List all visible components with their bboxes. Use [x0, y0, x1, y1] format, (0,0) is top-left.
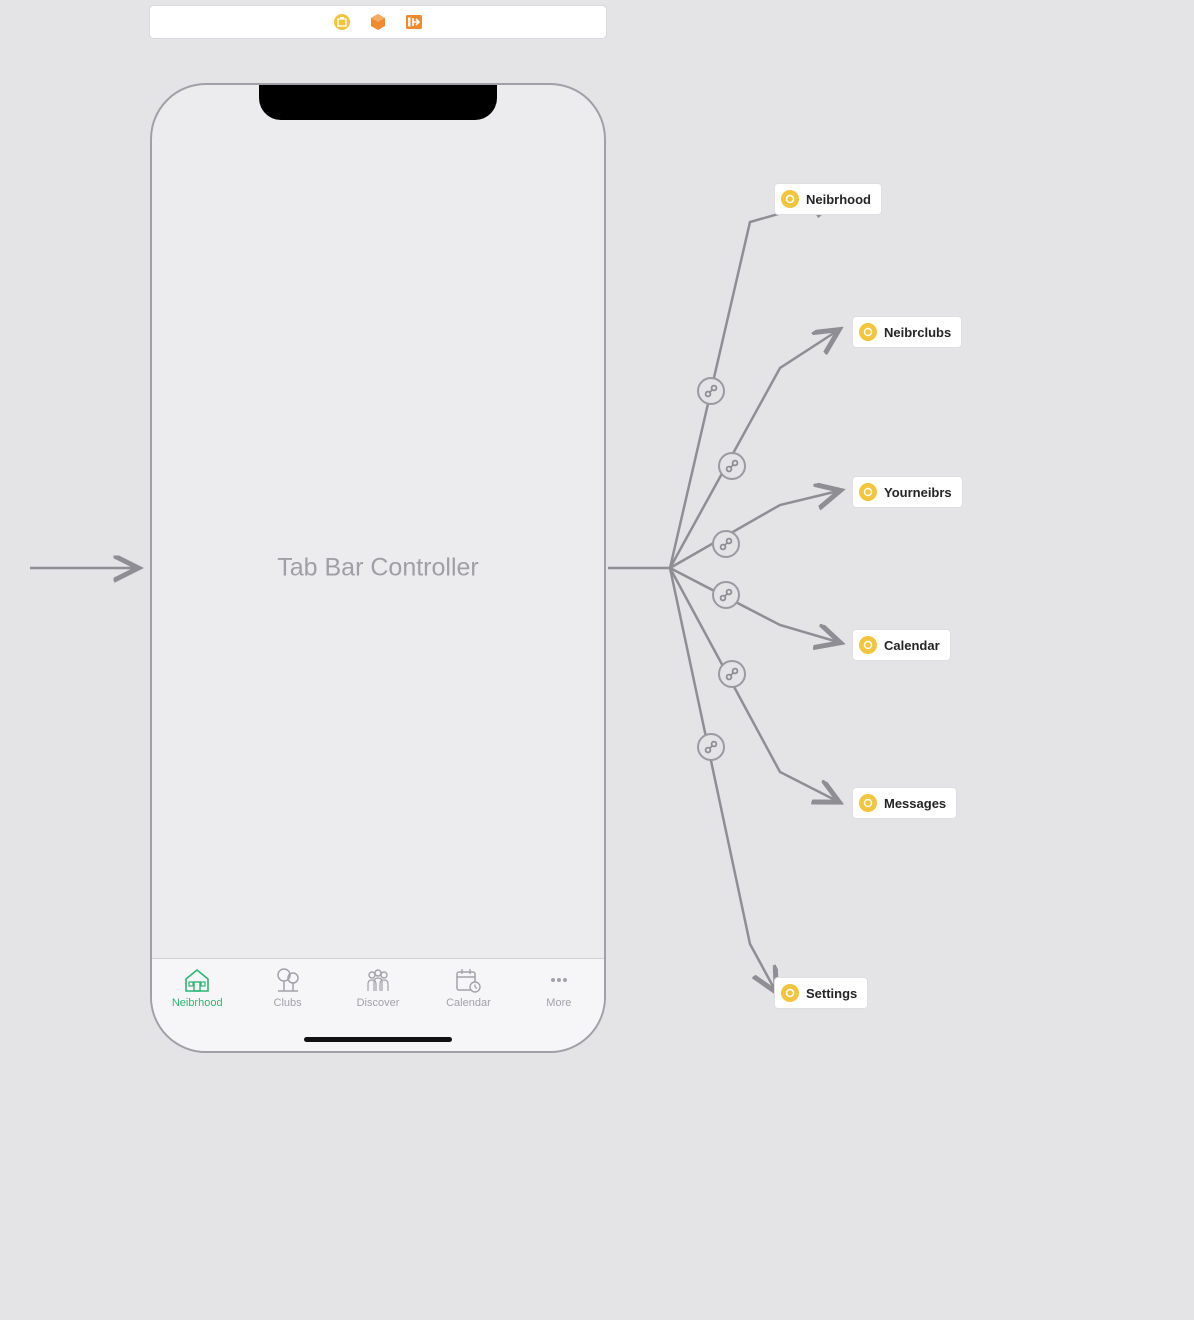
home-indicator — [304, 1037, 452, 1042]
calendar-icon — [453, 967, 483, 993]
segue-badge[interactable] — [712, 530, 740, 558]
destination-yourneibrs[interactable]: Yourneibrs — [852, 476, 963, 508]
first-responder-icon[interactable] — [333, 13, 351, 31]
destination-settings[interactable]: Settings — [774, 977, 868, 1009]
destination-label: Yourneibrs — [884, 485, 952, 500]
tab-neibrhood[interactable]: Neibrhood — [152, 959, 242, 1027]
segue-badge[interactable] — [718, 660, 746, 688]
segue-badge[interactable] — [718, 452, 746, 480]
tab-label: Calendar — [446, 997, 491, 1009]
house-icon — [182, 967, 212, 993]
tab-label: More — [546, 997, 571, 1009]
destination-label: Messages — [884, 796, 946, 811]
destination-label: Settings — [806, 986, 857, 1001]
exit-icon[interactable] — [405, 13, 423, 31]
scene-title: Tab Bar Controller — [277, 554, 478, 583]
controller-icon — [781, 190, 799, 208]
controller-icon — [859, 323, 877, 341]
segue-badge[interactable] — [697, 377, 725, 405]
controller-icon — [859, 483, 877, 501]
people-icon — [363, 967, 393, 993]
segue-badge[interactable] — [697, 733, 725, 761]
tab-label: Clubs — [274, 997, 302, 1009]
segue-badge[interactable] — [712, 581, 740, 609]
device-notch — [259, 83, 497, 120]
destination-neibrhood[interactable]: Neibrhood — [774, 183, 882, 215]
tree-icon — [273, 967, 303, 993]
destination-neibrclubs[interactable]: Neibrclubs — [852, 316, 962, 348]
destination-messages[interactable]: Messages — [852, 787, 957, 819]
tab-clubs[interactable]: Clubs — [242, 959, 332, 1027]
tab-label: Discover — [357, 997, 400, 1009]
tab-discover[interactable]: Discover — [333, 959, 423, 1027]
controller-icon — [859, 794, 877, 812]
controller-icon — [781, 984, 799, 1002]
destination-label: Neibrhood — [806, 192, 871, 207]
destination-label: Neibrclubs — [884, 325, 951, 340]
tab-calendar[interactable]: Calendar — [423, 959, 513, 1027]
controller-icon — [859, 636, 877, 654]
destination-calendar[interactable]: Calendar — [852, 629, 951, 661]
destination-label: Calendar — [884, 638, 940, 653]
storyboard-reference-icon[interactable] — [369, 13, 387, 31]
scene-toolbar[interactable] — [149, 5, 607, 39]
more-icon — [544, 967, 574, 993]
tab-more[interactable]: More — [514, 959, 604, 1027]
tab-label: Neibrhood — [172, 997, 223, 1009]
tabbar-controller-scene[interactable]: Tab Bar Controller Neibrhood — [150, 83, 606, 1053]
